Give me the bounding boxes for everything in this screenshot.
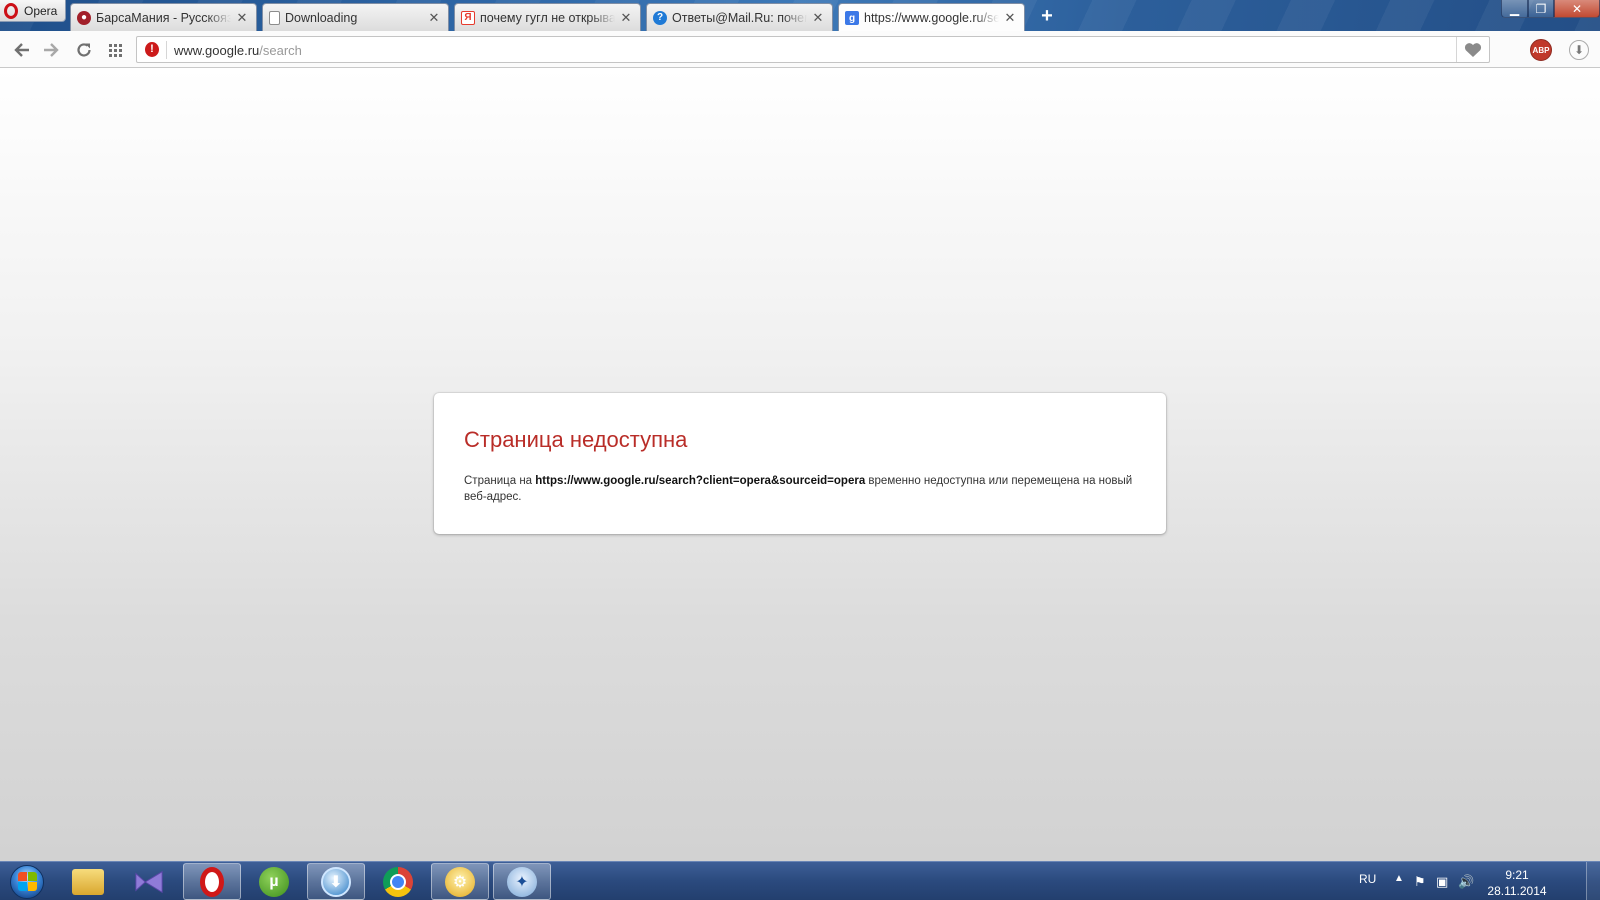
- speed-dial-icon[interactable]: [106, 40, 126, 60]
- new-tab-button[interactable]: +: [1037, 6, 1057, 26]
- downloads-icon[interactable]: ⬇: [1569, 40, 1589, 60]
- error-card: Страница недоступна Страница на https://…: [434, 393, 1166, 534]
- reload-icon[interactable]: [74, 40, 94, 60]
- visual-studio-icon[interactable]: [120, 863, 178, 900]
- window-controls: ▁ ❐ ✕: [1501, 0, 1600, 18]
- url-path: /search: [259, 43, 302, 58]
- tab-close-icon[interactable]: ✕: [812, 10, 824, 26]
- back-arrow-icon[interactable]: [12, 40, 32, 60]
- tab-google-search[interactable]: g https://www.google.ru/search ✕: [838, 3, 1025, 31]
- error-url: https://www.google.ru/search?client=oper…: [535, 475, 866, 487]
- tab-yandex-search[interactable]: Я почему гугл не открывается ✕: [454, 3, 641, 31]
- clock-date: 28.11.2014: [1487, 884, 1547, 898]
- puzzle-app-icon[interactable]: ✦: [493, 863, 551, 900]
- network-tray-icon[interactable]: ▣: [1436, 874, 1448, 890]
- forward-arrow-icon[interactable]: [41, 40, 61, 60]
- address-divider: [166, 41, 167, 59]
- tab-title: Ответы@Mail.Ru: почему: [672, 10, 807, 25]
- utorrent-icon[interactable]: µ: [245, 863, 303, 900]
- tab-title: почему гугл не открывается: [480, 10, 615, 25]
- url-host: www.google.ru: [174, 43, 260, 58]
- language-indicator[interactable]: RU: [1359, 872, 1376, 886]
- opera-menu-button[interactable]: Opera: [0, 0, 66, 22]
- tab-title: Downloading: [285, 10, 358, 25]
- error-text-prefix: Страница на: [464, 475, 536, 487]
- opera-logo-icon: [4, 2, 18, 19]
- qip-icon[interactable]: ⬇: [307, 863, 365, 900]
- yandex-icon: Я: [461, 10, 475, 25]
- windows-explorer-icon[interactable]: [59, 863, 117, 900]
- show-desktop-button[interactable]: [1586, 862, 1600, 900]
- tab-close-icon[interactable]: ✕: [620, 10, 632, 26]
- tab-mailru-answers[interactable]: ? Ответы@Mail.Ru: почему ✕: [646, 3, 833, 31]
- title-bar: Opera ● БарсаМания - Русскоязычный ✕ Dow…: [0, 0, 1600, 31]
- maximize-button[interactable]: ❐: [1528, 0, 1554, 18]
- network-icon[interactable]: ⚙: [431, 863, 489, 900]
- tab-strip: ● БарсаМания - Русскоязычный ✕ Downloadi…: [70, 3, 1030, 31]
- tab-barsamania[interactable]: ● БарсаМания - Русскоязычный ✕: [70, 3, 257, 31]
- taskbar: µ ⬇ ⚙ ✦ RU ▲ ⚑ ▣ 🔊 9:21 28.11.2014: [0, 861, 1600, 900]
- error-title: Страница недоступна: [464, 427, 688, 452]
- error-message: Страница на https://www.google.ru/search…: [464, 473, 1136, 505]
- address-bar[interactable]: ! www.google.ru/search: [136, 36, 1490, 63]
- stash-heart-icon[interactable]: [1456, 37, 1489, 62]
- tab-close-icon[interactable]: ✕: [236, 10, 248, 26]
- navigation-toolbar: ! www.google.ru/search ABP ⬇: [0, 31, 1600, 68]
- action-center-flag-icon[interactable]: ⚑: [1414, 874, 1426, 890]
- tab-downloading[interactable]: Downloading ✕: [262, 3, 449, 31]
- tab-title: https://www.google.ru/search: [864, 11, 999, 25]
- google-icon: g: [845, 11, 859, 25]
- address-url[interactable]: www.google.ru/search: [174, 43, 302, 58]
- barsamania-icon: ●: [77, 10, 91, 25]
- clock[interactable]: 9:21 28.11.2014: [1480, 867, 1554, 899]
- document-icon: [269, 10, 280, 25]
- opera-icon[interactable]: [183, 863, 241, 900]
- chrome-icon[interactable]: [369, 863, 427, 900]
- page-content: Страница недоступна Страница на https://…: [0, 68, 1600, 861]
- adblock-plus-icon[interactable]: ABP: [1530, 39, 1552, 61]
- windows-logo-icon: [10, 864, 44, 899]
- site-info-icon[interactable]: !: [145, 42, 159, 57]
- tab-close-icon[interactable]: ✕: [428, 10, 440, 26]
- start-button[interactable]: [5, 862, 49, 900]
- close-window-button[interactable]: ✕: [1554, 0, 1600, 18]
- clock-time: 9:21: [1505, 868, 1529, 882]
- tab-close-icon[interactable]: ✕: [1004, 10, 1016, 26]
- tab-title: БарсаМания - Русскоязычный: [96, 10, 231, 25]
- opera-menu-label: Opera: [24, 3, 58, 18]
- minimize-button[interactable]: ▁: [1501, 0, 1528, 18]
- mailru-answers-icon: ?: [653, 10, 667, 25]
- volume-icon[interactable]: 🔊: [1458, 874, 1474, 890]
- show-hidden-icons-icon[interactable]: ▲: [1394, 873, 1404, 884]
